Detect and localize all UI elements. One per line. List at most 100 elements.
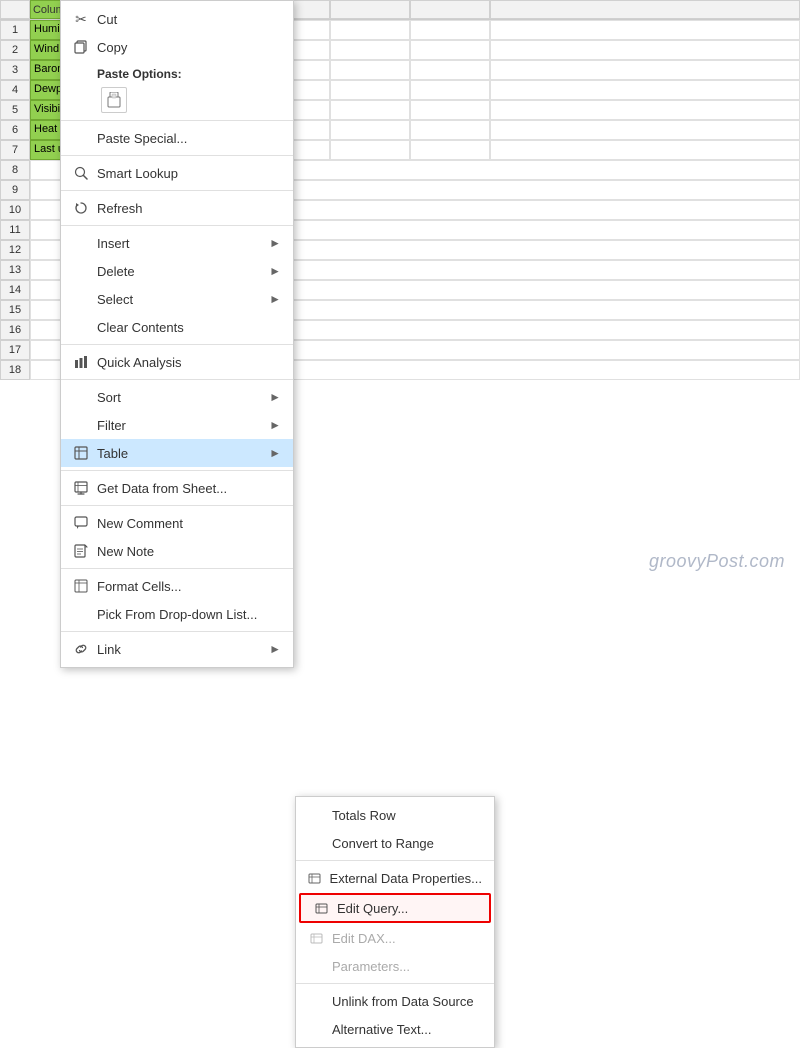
menu-item-link[interactable]: Link ► [61,635,293,663]
cell-f5[interactable] [410,100,490,120]
submenu-item-unlink-source[interactable]: Unlink from Data Source [296,987,494,1015]
col-header-5[interactable] [330,0,410,19]
submenu-item-totals-row[interactable]: Totals Row [296,801,494,829]
format-cells-icon [71,576,91,596]
cell-f6[interactable] [410,120,490,140]
menu-item-cut[interactable]: ✂ Cut [61,5,293,33]
submenu-item-edit-query[interactable]: Edit Query... [299,893,491,923]
menu-item-copy[interactable]: Copy [61,33,293,61]
separator-2 [61,155,293,156]
row-num-12: 12 [0,240,30,260]
row-num-17: 17 [0,340,30,360]
refresh-label: Refresh [97,201,281,216]
row-num-4: 4 [0,80,30,100]
row-num-8: 8 [0,160,30,180]
get-data-icon [71,478,91,498]
cell-e6[interactable] [330,120,410,140]
separator-9 [61,568,293,569]
cell-f4[interactable] [410,80,490,100]
row-num-15: 15 [0,300,30,320]
paste-icons-row [101,87,127,113]
menu-item-insert[interactable]: Insert ► [61,229,293,257]
row-num-1: 1 [0,20,30,40]
menu-item-clear-contents[interactable]: Clear Contents [61,313,293,341]
cut-icon: ✂ [71,9,91,29]
smart-lookup-label: Smart Lookup [97,166,281,181]
select-arrow: ► [269,292,281,306]
pick-dropdown-label: Pick From Drop-down List... [97,607,281,622]
menu-item-new-note[interactable]: New Note [61,537,293,565]
cell-rest-1 [490,20,800,40]
cell-e4[interactable] [330,80,410,100]
menu-item-new-comment[interactable]: New Comment [61,509,293,537]
menu-item-filter[interactable]: Filter ► [61,411,293,439]
col-header-6[interactable] [410,0,490,19]
separator-1 [61,120,293,121]
paste-icon-spacer [71,90,91,110]
cell-f7[interactable] [410,140,490,160]
new-comment-label: New Comment [97,516,281,531]
paste-icon-1[interactable] [101,87,127,113]
menu-item-paste-special[interactable]: Paste Special... [61,124,293,152]
delete-icon [71,261,91,281]
row-num-11: 11 [0,220,30,240]
col-header-rest [490,0,800,19]
separator-5 [61,344,293,345]
pick-dropdown-icon [71,604,91,624]
menu-item-paste-icon[interactable] [61,85,293,117]
cell-e3[interactable] [330,60,410,80]
row-num-7: 7 [0,140,30,160]
select-icon [71,289,91,309]
totals-row-label: Totals Row [332,808,396,823]
cell-f2[interactable] [410,40,490,60]
submenu-item-parameters[interactable]: Parameters... [296,952,494,980]
link-label: Link [97,642,265,657]
cell-f1[interactable] [410,20,490,40]
row-num-6: 6 [0,120,30,140]
submenu-item-edit-dax[interactable]: Edit DAX... [296,924,494,952]
row-num-5: 5 [0,100,30,120]
sort-arrow: ► [269,390,281,404]
row-num-9: 9 [0,180,30,200]
menu-item-pick-dropdown[interactable]: Pick From Drop-down List... [61,600,293,628]
menu-item-get-data[interactable]: Get Data from Sheet... [61,474,293,502]
menu-item-table[interactable]: Table ► Totals Row Convert to Range [61,439,293,467]
cell-e1[interactable] [330,20,410,40]
menu-item-smart-lookup[interactable]: Smart Lookup [61,159,293,187]
copy-label: Copy [97,40,281,55]
smart-lookup-icon [71,163,91,183]
parameters-icon [306,956,326,976]
separator-4 [61,225,293,226]
cell-rest-4 [490,80,800,100]
submenu-item-external-data[interactable]: External Data Properties... [296,864,494,892]
row-num-16: 16 [0,320,30,340]
quick-analysis-icon [71,352,91,372]
cell-e2[interactable] [330,40,410,60]
menu-item-format-cells[interactable]: Format Cells... [61,572,293,600]
menu-item-quick-analysis[interactable]: Quick Analysis [61,348,293,376]
submenu-item-alt-text[interactable]: Alternative Text... [296,1015,494,1043]
convert-range-label: Convert to Range [332,836,434,851]
link-icon [71,639,91,659]
new-note-icon [71,541,91,561]
paste-header-icon [71,64,91,84]
menu-item-delete[interactable]: Delete ► [61,257,293,285]
clear-contents-label: Clear Contents [97,320,281,335]
link-arrow: ► [269,642,281,656]
menu-item-refresh[interactable]: Refresh [61,194,293,222]
edit-query-icon [311,898,331,918]
table-arrow: ► [269,446,281,460]
paste-special-icon [71,128,91,148]
menu-item-select[interactable]: Select ► [61,285,293,313]
external-data-icon [306,868,324,888]
submenu-item-convert-range[interactable]: Convert to Range [296,829,494,857]
copy-icon [71,37,91,57]
cell-e5[interactable] [330,100,410,120]
cell-e7[interactable] [330,140,410,160]
cell-rest-3 [490,60,800,80]
menu-item-sort[interactable]: Sort ► [61,383,293,411]
edit-query-label: Edit Query... [337,901,408,916]
cell-rest-5 [490,100,800,120]
cell-f3[interactable] [410,60,490,80]
row-num-14: 14 [0,280,30,300]
